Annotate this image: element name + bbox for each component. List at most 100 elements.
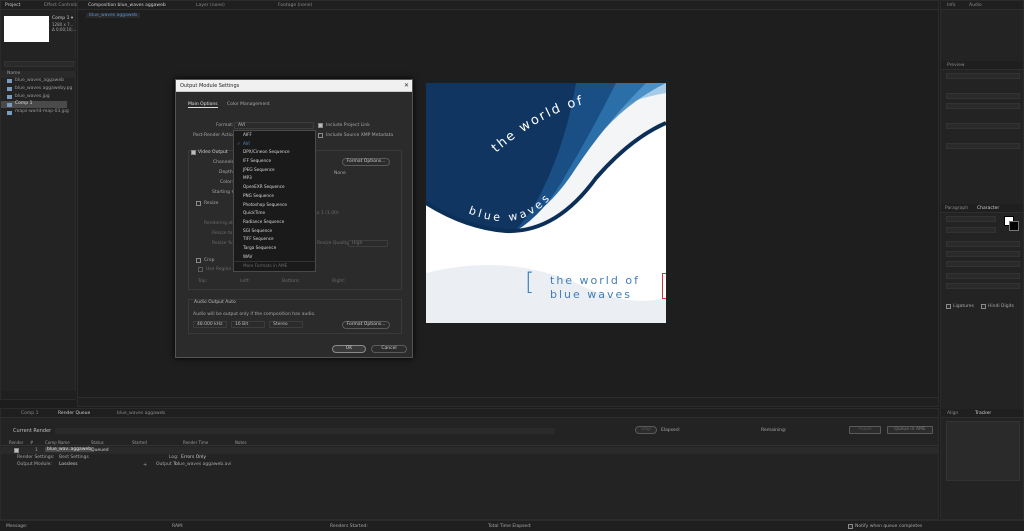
video-output-checkbox[interactable] xyxy=(191,150,196,155)
format-menu-item[interactable]: Targa Sequence xyxy=(234,244,315,253)
preview-controls xyxy=(946,73,1020,79)
format-options-button[interactable]: Format Options... xyxy=(342,158,390,166)
tab-blue-waves[interactable]: blue_waves aggaweb xyxy=(117,411,165,416)
rendering-at-label: Rendering at: xyxy=(204,221,235,226)
tab-footage[interactable]: Footage (none) xyxy=(278,3,312,8)
format-menu-item-selected[interactable]: ✓ AVI xyxy=(234,140,315,149)
info-header: Info Audio xyxy=(941,1,1023,10)
project-item[interactable]: blue_waves_aggaweb xyxy=(1,78,75,85)
tab-composition[interactable]: Composition blue_waves aggaweb xyxy=(88,3,166,8)
format-menu-item[interactable]: Photoshop Sequence xyxy=(234,201,315,210)
resize-checkbox[interactable] xyxy=(196,201,201,206)
format-menu-item[interactable]: TIFF Sequence xyxy=(234,235,315,244)
tab-audio[interactable]: Audio xyxy=(969,3,982,8)
format-menu-item[interactable]: QuickTime xyxy=(234,209,315,218)
tab-effect-controls[interactable]: Effect Controls xyxy=(44,3,77,8)
add-output-icon[interactable]: + xyxy=(143,462,147,468)
project-panel-header: Project Effect Controls xyxy=(1,1,77,10)
hindi-digits-checkbox[interactable] xyxy=(981,304,986,309)
align-header: Align Tracker xyxy=(941,409,1023,418)
pause-button[interactable]: Pause xyxy=(849,426,881,434)
format-menu-item[interactable]: JPEG Sequence xyxy=(234,166,315,175)
tab-info[interactable]: Info xyxy=(947,3,956,8)
tab-character[interactable]: Character xyxy=(977,206,999,211)
render-queue-header: Comp 1 Render Queue blue_waves aggaweb xyxy=(1,409,938,418)
project-item[interactable]: blue_waves.jpg xyxy=(1,94,75,101)
render-settings-value[interactable]: Best Settings xyxy=(59,455,89,460)
bit-depth-dropdown[interactable]: 16 Bit xyxy=(231,321,265,328)
crop-label: Crop xyxy=(204,258,215,263)
format-menu-item[interactable]: OpenEXR Sequence xyxy=(234,183,315,192)
item-comp-name[interactable]: blue_wav..aggaweb xyxy=(45,447,94,452)
format-menu-item[interactable]: WAV xyxy=(234,253,315,262)
tab-layer[interactable]: Layer (none) xyxy=(196,3,225,8)
project-item-label: blue_waves aggaweby.pg xyxy=(15,86,73,91)
crop-left-label: Left: xyxy=(240,279,250,284)
elapsed-label: Elapsed: xyxy=(661,428,681,433)
format-dropdown[interactable]: AVI xyxy=(234,122,314,129)
notify-checkbox[interactable] xyxy=(848,524,853,529)
format-menu-item[interactable]: PNG Sequence xyxy=(234,192,315,201)
tab-project[interactable]: Project xyxy=(5,3,20,8)
ok-button[interactable]: OK xyxy=(332,345,366,353)
output-module-value[interactable]: Lossless xyxy=(59,462,78,467)
cancel-button[interactable]: Cancel xyxy=(371,345,407,353)
format-menu-item[interactable]: SGI Sequence xyxy=(234,227,315,236)
tab-tracker[interactable]: Tracker xyxy=(975,411,991,416)
use-region-checkbox[interactable] xyxy=(198,267,203,272)
project-item[interactable]: blue_waves aggaweby.pg xyxy=(1,86,75,93)
search-field[interactable] xyxy=(4,61,74,67)
project-item[interactable]: maps-world-map-03.jpg xyxy=(1,109,75,116)
format-menu-item[interactable]: Radiance Sequence xyxy=(234,218,315,227)
tab-render-queue[interactable]: Render Queue xyxy=(58,411,90,416)
font-style-dropdown[interactable] xyxy=(946,227,996,233)
remaining-label: Remaining: xyxy=(761,428,787,433)
format-menu-item-more[interactable]: More Formats in AME xyxy=(234,261,315,270)
current-render-label: Current Render xyxy=(13,428,52,434)
include-xmp-checkbox[interactable] xyxy=(318,133,323,138)
queue-in-ame-button[interactable]: Queue in AME xyxy=(887,426,933,434)
output-module-label: Output Module: xyxy=(17,462,52,467)
log-value[interactable]: Errors Only xyxy=(181,455,206,460)
include-xmp-label: Include Source XMP Metadata xyxy=(326,133,394,138)
column-name[interactable]: Name xyxy=(1,71,75,78)
output-to-value[interactable]: blue_waves aggaweb.avi xyxy=(175,462,231,467)
header-num: # xyxy=(30,440,34,445)
queue-item-row[interactable]: 1 blue_wav..aggaweb Queued xyxy=(1,447,938,454)
lock-ratio-label: to 1 (1.00) xyxy=(315,211,339,216)
crop-checkbox[interactable] xyxy=(196,258,201,263)
font-dropdown[interactable] xyxy=(946,216,996,222)
resize-quality-label: Resize Quality: xyxy=(317,241,351,246)
ligatures-checkbox[interactable] xyxy=(946,304,951,309)
format-menu-item[interactable]: AIFF xyxy=(234,131,315,140)
tab-color-management[interactable]: Color Management xyxy=(227,102,270,107)
close-icon[interactable]: ✕ xyxy=(404,82,409,89)
include-project-link-checkbox[interactable] xyxy=(318,123,323,128)
header-render: Render xyxy=(9,440,24,445)
stroke-color-swatch[interactable] xyxy=(1009,221,1019,231)
format-menu-item[interactable]: MP3 xyxy=(234,174,315,183)
stop-button[interactable]: Stop xyxy=(635,426,657,434)
character-header: Paragraph Character xyxy=(941,204,1023,213)
format-menu-item[interactable]: DPX/Cineon Sequence xyxy=(234,148,315,157)
resize-quality-dropdown[interactable]: High xyxy=(348,240,388,247)
audio-channels-dropdown[interactable]: Stereo xyxy=(269,321,303,328)
tab-comp-1[interactable]: Comp 1 xyxy=(21,411,38,416)
tab-paragraph[interactable]: Paragraph xyxy=(945,206,968,211)
sample-rate-dropdown[interactable]: 48.000 kHz xyxy=(193,321,227,328)
tab-align[interactable]: Align xyxy=(947,411,958,416)
status-total-elapsed: Total Time Elapsed: xyxy=(488,524,532,529)
project-item-label: Comp 1 xyxy=(15,101,33,106)
render-settings-label: Render Settings: xyxy=(17,455,55,460)
format-menu-item[interactable]: IFF Sequence xyxy=(234,157,315,166)
breadcrumb[interactable]: blue_waves aggaweb xyxy=(86,13,141,18)
project-thumbnail xyxy=(4,16,49,42)
dialog-title: Output Module Settings xyxy=(180,83,240,89)
audio-output-dropdown[interactable]: Audio Output Auto xyxy=(191,300,241,307)
tab-main-options[interactable]: Main Options xyxy=(188,102,218,108)
tab-preview[interactable]: Preview xyxy=(947,63,965,68)
render-checkbox[interactable] xyxy=(14,448,19,453)
wave-graphic: the world of blue waves xyxy=(426,83,666,323)
comp-name-label[interactable]: Comp 1 ▾ xyxy=(52,16,73,21)
audio-format-options-button[interactable]: Format Options... xyxy=(342,321,390,329)
